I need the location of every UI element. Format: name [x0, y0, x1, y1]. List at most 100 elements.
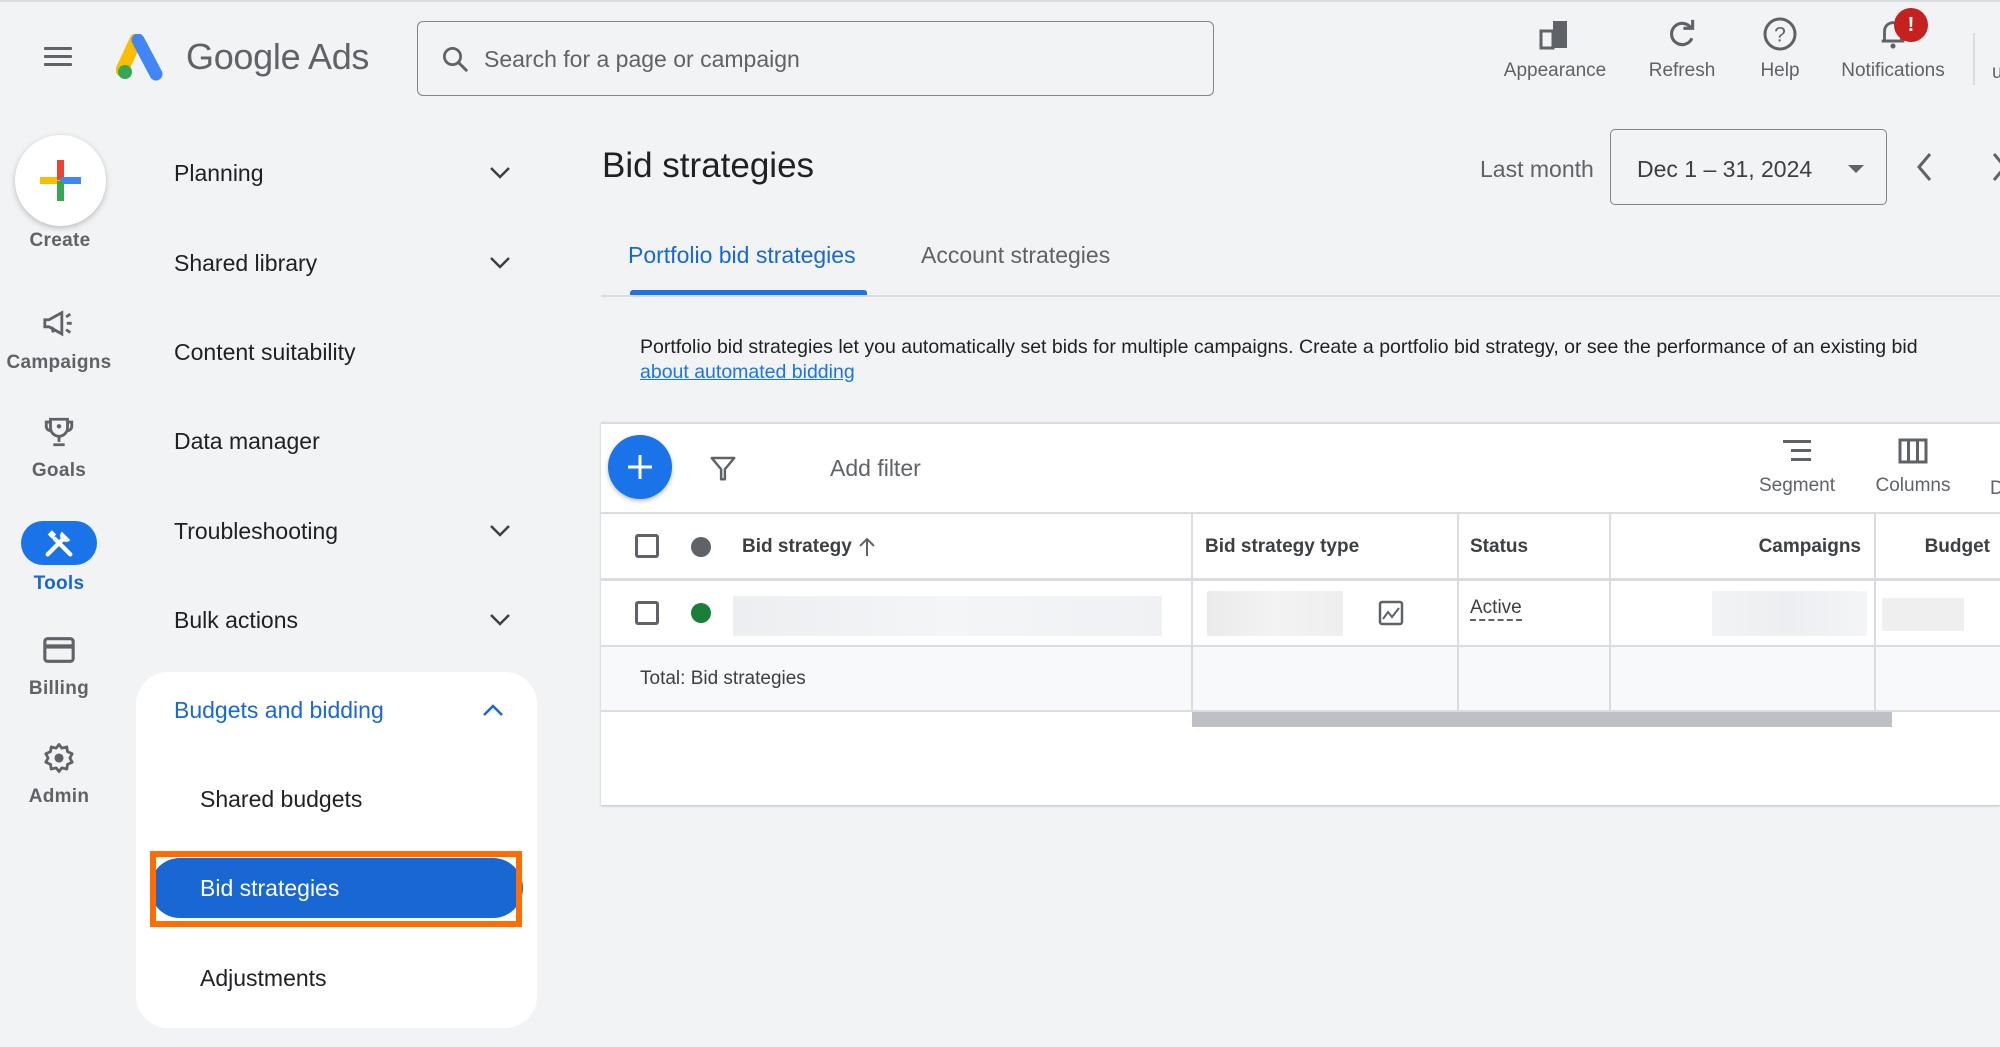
chevron-right-icon	[1992, 153, 2000, 181]
previous-period-button[interactable]	[1914, 150, 1936, 189]
nav-item-budgets-and-bidding[interactable]: Budgets and bidding	[136, 680, 537, 740]
search-box[interactable]	[417, 21, 1214, 96]
tab-bar-divider	[601, 295, 2000, 297]
add-bid-strategy-button[interactable]	[608, 435, 672, 499]
notifications-button[interactable]: Notifications	[1833, 14, 1953, 90]
rail-label-tools: Tools	[33, 573, 85, 594]
refresh-label: Refresh	[1648, 60, 1716, 81]
nav-label: Data manager	[174, 427, 320, 454]
row-divider	[601, 645, 2000, 647]
nav-label: Content suitability	[174, 338, 356, 365]
top-border	[0, 0, 2000, 2]
appearance-button[interactable]: Appearance	[1500, 14, 1610, 90]
nav-label: Planning	[174, 159, 264, 186]
segment-icon	[1783, 440, 1811, 461]
nav-sub-label: Adjustments	[200, 964, 327, 991]
help-button[interactable]: ? Help	[1745, 14, 1815, 90]
segment-label: Segment	[1758, 475, 1836, 496]
page-title: Bid strategies	[602, 146, 815, 185]
chevron-left-icon	[1917, 153, 1932, 181]
rail-item-admin[interactable]: Admin	[0, 738, 118, 808]
filter-icon[interactable]	[708, 453, 738, 488]
appearance-icon	[1500, 14, 1610, 54]
column-divider	[1191, 513, 1193, 712]
trophy-icon	[0, 412, 118, 452]
column-header-bid-strategy[interactable]: Bid strategy	[742, 536, 852, 558]
search-input[interactable]	[484, 40, 1184, 78]
nav-item-bulk-actions[interactable]: Bulk actions	[150, 590, 520, 650]
segment-button[interactable]: Segment	[1752, 438, 1842, 497]
sort-ascending-icon[interactable]	[857, 536, 877, 563]
horizontal-scrollbar[interactable]	[1192, 712, 1892, 727]
toolbar-cut-label[interactable]: D	[1990, 478, 2000, 500]
date-range-value: Dec 1 – 31, 2024	[1637, 156, 1813, 182]
performance-report-icon[interactable]	[1378, 600, 1404, 631]
nav-label: Troubleshooting	[174, 517, 339, 544]
rail-item-campaigns[interactable]: Campaigns	[0, 304, 118, 374]
rail-item-billing[interactable]: Billing	[0, 630, 118, 700]
google-ads-logo-icon[interactable]	[115, 33, 168, 82]
search-icon	[443, 47, 468, 72]
chevron-down-icon	[480, 256, 520, 270]
redacted-bid-strategy-type	[1207, 591, 1343, 636]
rail-item-goals[interactable]: Goals	[0, 412, 118, 482]
plus-icon	[40, 160, 81, 201]
columns-icon	[1898, 438, 1928, 464]
rail-item-tools[interactable]: Tools	[0, 521, 118, 595]
create-label: Create	[29, 230, 91, 251]
nav-item-content-suitability[interactable]: Content suitability	[150, 322, 520, 382]
column-header-status[interactable]: Status	[1470, 536, 1528, 558]
chevron-down-icon	[480, 613, 520, 627]
select-all-checkbox[interactable]	[635, 534, 659, 558]
nav-item-data-manager[interactable]: Data manager	[150, 411, 520, 471]
svg-text:?: ?	[1774, 24, 1786, 47]
menu-icon-bar	[44, 63, 72, 66]
date-range-picker[interactable]: Dec 1 – 31, 2024	[1610, 129, 1887, 205]
budgets-and-bidding-panel: Budgets and bidding Shared budgets Bid s…	[136, 672, 537, 1028]
menu-icon	[44, 47, 72, 50]
menu-icon-bar	[44, 55, 72, 58]
add-filter-button[interactable]: Add filter	[830, 455, 921, 482]
rail-label-billing: Billing	[28, 678, 90, 699]
redacted-bid-strategy-name[interactable]	[733, 596, 1162, 636]
columns-label: Columns	[1875, 475, 1951, 496]
create-button[interactable]	[15, 135, 106, 226]
nav-item-shared-budgets[interactable]: Shared budgets	[136, 769, 537, 829]
refresh-icon	[1637, 14, 1727, 54]
megaphone-icon	[0, 304, 118, 344]
page-description: Portfolio bid strategies let you automat…	[640, 336, 1918, 358]
toolbar-divider	[601, 512, 2000, 514]
help-label: Help	[1760, 60, 1800, 81]
column-header-bid-strategy-type[interactable]: Bid strategy type	[1205, 536, 1359, 558]
tab-account-strategies[interactable]: Account strategies	[921, 242, 1110, 269]
chevron-down-icon	[480, 524, 520, 538]
row-checkbox[interactable]	[635, 601, 659, 625]
tab-portfolio-bid-strategies[interactable]: Portfolio bid strategies	[628, 242, 856, 269]
nav-item-planning[interactable]: Planning	[150, 143, 520, 203]
nav-label: Shared library	[174, 249, 318, 276]
nav-item-adjustments[interactable]: Adjustments	[136, 948, 537, 1008]
nav-section-label: Budgets and bidding	[174, 696, 384, 723]
next-period-button[interactable]	[1990, 150, 2000, 189]
column-header-campaigns[interactable]: Campaigns	[1609, 536, 1861, 558]
redacted-budget-value	[1882, 598, 1964, 631]
credit-card-icon	[0, 630, 118, 670]
main-menu-button[interactable]	[40, 44, 76, 72]
column-divider	[1457, 513, 1459, 712]
column-header-budget[interactable]: Budget	[1875, 536, 1990, 558]
columns-button[interactable]: Columns	[1868, 438, 1958, 497]
date-range-label: Last month	[1480, 156, 1594, 182]
nav-item-troubleshooting[interactable]: Troubleshooting	[150, 501, 520, 561]
nav-item-shared-library[interactable]: Shared library	[150, 233, 520, 293]
rail-label-admin: Admin	[28, 786, 90, 807]
brand-name: Google Ads	[186, 36, 370, 77]
account-label-cut[interactable]: u	[1992, 62, 2000, 84]
total-row	[601, 646, 2000, 711]
status-value[interactable]: Active	[1470, 597, 1522, 621]
dropdown-arrow-icon	[1848, 165, 1864, 173]
refresh-button[interactable]: Refresh	[1637, 14, 1727, 90]
gear-icon	[0, 738, 118, 778]
bell-icon	[1833, 14, 1953, 54]
learn-more-link[interactable]: about automated bidding	[640, 361, 855, 384]
status-header-icon	[691, 537, 711, 557]
